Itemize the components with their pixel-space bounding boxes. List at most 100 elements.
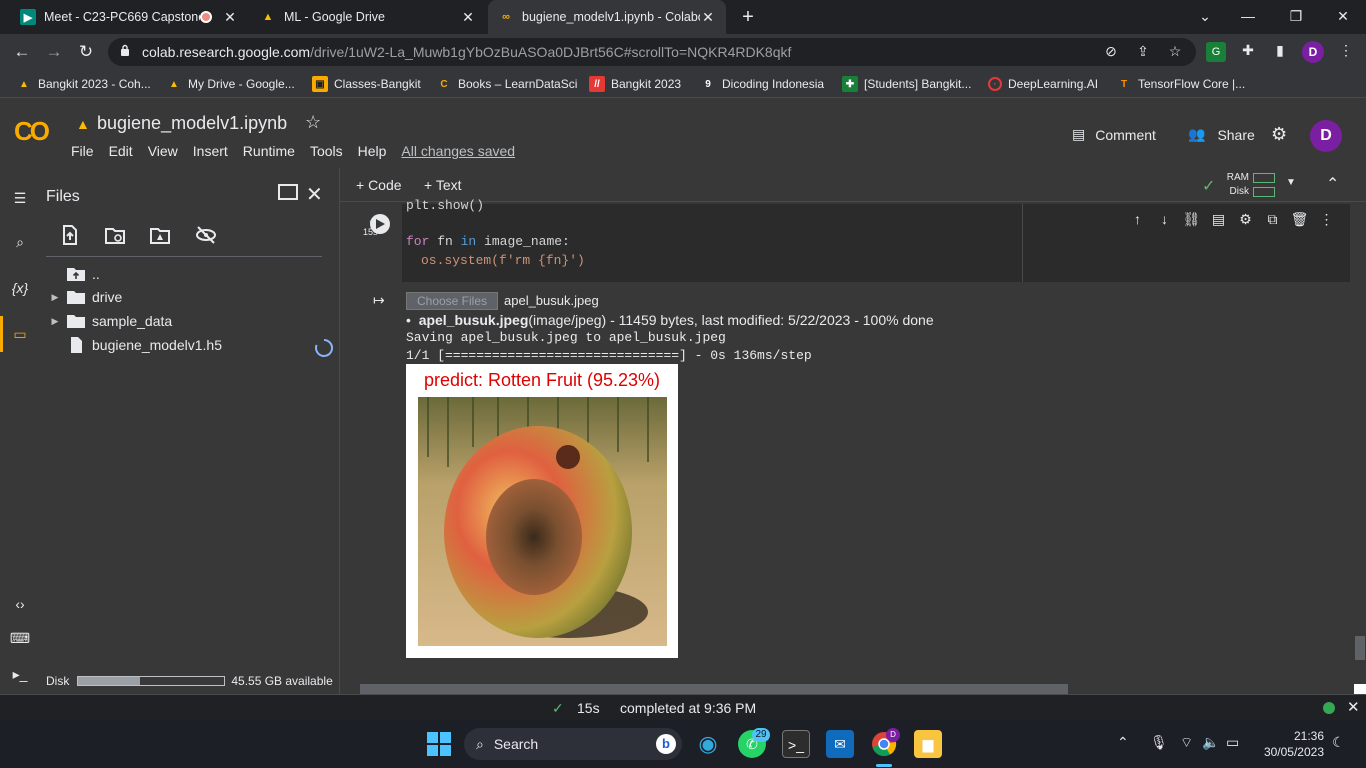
tab-meet[interactable]: ▶ Meet - C23-PC669 Capstone ✕: [10, 0, 248, 34]
windows-start-icon[interactable]: [427, 732, 451, 756]
link-icon[interactable]: ⛓: [1178, 211, 1205, 228]
incognito-eye-icon[interactable]: ⊘: [1102, 43, 1120, 61]
folder-icon[interactable]: ▭: [8, 322, 32, 346]
terminal-icon[interactable]: ▸_: [8, 662, 32, 686]
menu-edit[interactable]: Edit: [109, 143, 133, 159]
dropdown-arrow-icon[interactable]: ▼: [1286, 177, 1296, 188]
menu-dots-icon[interactable]: ⋮: [1336, 42, 1356, 62]
file-explorer-icon[interactable]: ▆: [914, 730, 942, 758]
mail-icon[interactable]: ✉: [826, 730, 854, 758]
bookmark-item[interactable]: ▲ Bangkit 2023 - Coh...: [16, 75, 151, 93]
open-in-tab-icon[interactable]: [278, 184, 298, 200]
wifi-icon[interactable]: ⌔: [1180, 734, 1193, 752]
edge-icon[interactable]: ◉: [694, 730, 722, 758]
variables-icon[interactable]: {x}: [8, 276, 32, 300]
search-icon[interactable]: ⌕: [8, 230, 32, 254]
colab-logo[interactable]: CO: [14, 116, 50, 147]
run-cell-button[interactable]: [370, 214, 390, 234]
tree-item-parent[interactable]: ..: [46, 264, 100, 284]
vertical-scrollbar[interactable]: [1355, 636, 1365, 660]
close-tab-icon[interactable]: ✕: [222, 9, 238, 26]
menu-help[interactable]: Help: [358, 143, 387, 159]
comment-button[interactable]: ▤ Comment: [1072, 126, 1156, 143]
tab-colab[interactable]: ∞ bugiene_modelv1.ipynb - Colabo ✕: [488, 0, 726, 34]
close-tab-icon[interactable]: ✕: [700, 9, 716, 26]
profile-avatar[interactable]: D: [1302, 41, 1324, 63]
address-bar[interactable]: colab.research.google.com/drive/1uW2-La_…: [108, 38, 1196, 66]
bookmark-item[interactable]: ▲ My Drive - Google...: [166, 75, 295, 93]
notifications-icon[interactable]: ☾: [1332, 734, 1345, 751]
tree-item-drive[interactable]: ▶ drive: [46, 287, 123, 307]
mirror-cell-icon[interactable]: ⧉: [1259, 211, 1286, 228]
side-panel-icon[interactable]: ▮: [1270, 42, 1290, 62]
delete-icon[interactable]: 🗑: [1286, 211, 1313, 228]
save-status[interactable]: All changes saved: [401, 143, 515, 159]
share-page-icon[interactable]: ⇪: [1134, 43, 1152, 61]
output-redirect-icon[interactable]: ↦: [373, 292, 385, 309]
cell-settings-icon[interactable]: ⚙: [1232, 211, 1259, 228]
resource-labels[interactable]: RAM Disk: [1225, 171, 1249, 199]
terminal-app-icon[interactable]: >_: [782, 730, 810, 758]
expand-arrow-icon[interactable]: ▶: [46, 292, 64, 303]
add-text-button[interactable]: + Text: [424, 177, 462, 193]
menu-runtime[interactable]: Runtime: [243, 143, 295, 159]
tree-item-sample-data[interactable]: ▶ sample_data: [46, 311, 173, 331]
microphone-icon[interactable]: 🎙: [1150, 734, 1168, 751]
reload-icon[interactable]: ↻: [74, 40, 98, 64]
close-icon[interactable]: ✕: [306, 182, 323, 207]
volume-icon[interactable]: 🔈: [1202, 734, 1219, 751]
code-editor[interactable]: plt.show() for fn in image_name: os.syst…: [406, 198, 1022, 282]
more-options-icon[interactable]: ⋮: [1313, 211, 1340, 228]
choose-files-button[interactable]: Choose Files: [406, 292, 498, 310]
comment-icon[interactable]: ▤: [1205, 211, 1232, 228]
share-button[interactable]: 👥 Share: [1188, 126, 1255, 143]
menu-insert[interactable]: Insert: [193, 143, 228, 159]
bookmark-item[interactable]: T TensorFlow Core |...: [1116, 75, 1245, 93]
bookmark-item[interactable]: // Bangkit 2023: [589, 75, 681, 93]
code-snippets-icon[interactable]: ‹›: [8, 592, 32, 616]
battery-icon[interactable]: ▭: [1226, 734, 1239, 751]
hide-files-icon[interactable]: [195, 224, 217, 246]
system-clock[interactable]: 21:36 30/05/2023: [1258, 728, 1324, 760]
bookmark-item[interactable]: ▣ Classes-Bangkit: [312, 75, 421, 93]
menu-file[interactable]: File: [71, 143, 94, 159]
back-icon[interactable]: ←: [10, 40, 34, 64]
bookmark-item[interactable]: C Books – LearnDataSci: [436, 75, 577, 93]
bookmark-item[interactable]: 9 Dicoding Indonesia: [700, 75, 824, 93]
new-tab-button[interactable]: +: [736, 6, 760, 28]
extensions-icon[interactable]: ✚: [1238, 42, 1258, 62]
close-tab-icon[interactable]: ✕: [460, 9, 476, 26]
user-avatar[interactable]: D: [1310, 120, 1342, 152]
forward-icon[interactable]: →: [42, 40, 66, 64]
menu-tools[interactable]: Tools: [310, 143, 343, 159]
bookmark-item[interactable]: · DeepLearning.AI: [988, 75, 1098, 93]
bookmark-item[interactable]: ✚ [Students] Bangkit...: [842, 75, 971, 93]
tree-item-model-file[interactable]: bugiene_modelv1.h5: [46, 335, 222, 355]
bookmark-star-icon[interactable]: ☆: [1166, 43, 1184, 61]
collapse-chevron-icon[interactable]: ⌃: [1326, 174, 1339, 194]
move-up-icon[interactable]: ↑: [1124, 211, 1151, 228]
upload-icon[interactable]: [59, 224, 81, 246]
refresh-folder-icon[interactable]: [104, 224, 126, 246]
move-down-icon[interactable]: ↓: [1151, 211, 1178, 228]
expand-arrow-icon[interactable]: ▶: [46, 316, 64, 327]
restore-button[interactable]: ❐: [1284, 4, 1308, 28]
menu-view[interactable]: View: [148, 143, 178, 159]
tab-drive[interactable]: ▲ ML - Google Drive ✕: [250, 0, 486, 34]
taskbar-search[interactable]: ⌕ Search b: [464, 728, 682, 760]
add-code-button[interactable]: + Code: [356, 177, 402, 193]
mount-drive-icon[interactable]: [149, 224, 171, 246]
star-icon[interactable]: ☆: [305, 112, 321, 133]
drive-icon[interactable]: ▲: [76, 116, 90, 132]
toc-icon[interactable]: ☰: [8, 186, 32, 210]
horizontal-scrollbar[interactable]: [360, 684, 1068, 694]
close-window-button[interactable]: ✕: [1331, 4, 1355, 28]
notebook-title[interactable]: bugiene_modelv1.ipynb: [97, 113, 287, 134]
tray-overflow-icon[interactable]: ⌃: [1117, 734, 1129, 751]
settings-gear-icon[interactable]: ⚙: [1271, 124, 1287, 145]
tab-search-icon[interactable]: ⌄: [1193, 4, 1217, 28]
close-status-icon[interactable]: ✕: [1347, 698, 1360, 716]
command-palette-icon[interactable]: ⌨: [8, 626, 32, 650]
minimize-button[interactable]: —: [1236, 4, 1260, 28]
translate-extension-icon[interactable]: G: [1206, 42, 1226, 62]
